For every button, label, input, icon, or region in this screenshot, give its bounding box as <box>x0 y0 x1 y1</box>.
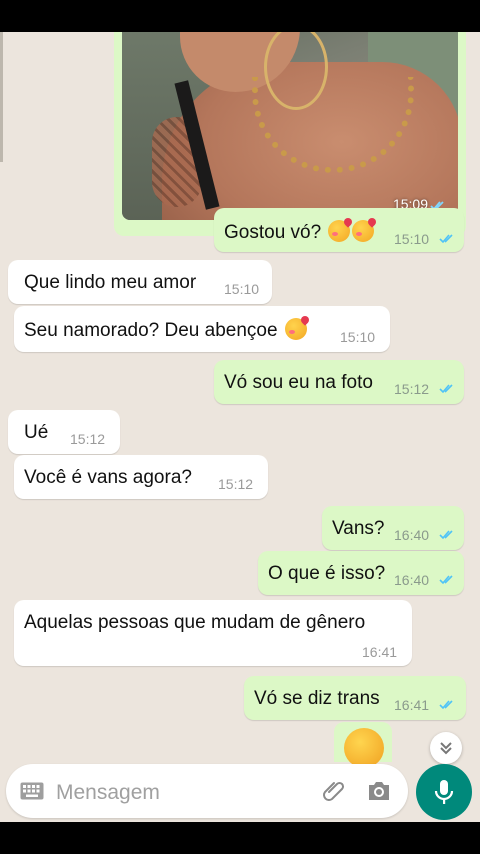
chevron-double-down-icon <box>440 742 452 755</box>
read-ticks-icon <box>439 700 453 710</box>
message-time: 16:41 <box>362 644 398 660</box>
message-bubble-outgoing[interactable] <box>334 722 392 768</box>
message-text: Gostou vó? <box>224 220 375 244</box>
chat-area[interactable]: 15:09 Gostou vó? 15:10 Que lindo meu amo… <box>0 32 480 822</box>
keyboard-icon[interactable] <box>20 782 44 800</box>
read-ticks-icon <box>439 234 453 244</box>
message-bubble-outgoing[interactable]: Vó se diz trans 16:41 <box>244 676 466 720</box>
message-time: 16:41 <box>394 697 430 713</box>
smiling-face-with-hearts-icon <box>328 220 351 242</box>
smiling-face-with-hearts-icon <box>284 318 307 340</box>
message-time: 16:40 <box>394 572 430 588</box>
message-bubble-incoming[interactable]: Seu namorado? Deu abençoe 15:10 <box>14 306 390 352</box>
message-text: Aquelas pessoas que mudam de gênero <box>24 612 366 633</box>
navigation-bar <box>0 822 480 854</box>
read-ticks-icon <box>439 384 453 394</box>
message-text: Vans? <box>332 518 385 539</box>
message-text: Você é vans agora? <box>24 467 192 488</box>
message-bubble-incoming[interactable]: Aquelas pessoas que mudam de gênero 16:4… <box>14 600 412 666</box>
message-bubble-incoming[interactable]: Você é vans agora? 15:12 <box>14 455 268 499</box>
scroll-indicator <box>0 32 3 162</box>
message-time: 16:40 <box>394 527 430 543</box>
message-bubble-incoming[interactable]: Ué 15:12 <box>8 410 120 454</box>
message-input[interactable]: Mensagem <box>56 781 160 805</box>
mic-icon <box>434 780 454 804</box>
message-text: Ué <box>24 422 49 443</box>
camera-icon[interactable] <box>366 779 392 803</box>
attach-icon[interactable] <box>322 779 346 803</box>
read-ticks-icon <box>439 530 453 540</box>
rolling-on-the-floor-laughing-icon <box>344 728 384 768</box>
message-time: 15:12 <box>70 431 106 447</box>
message-text: Vó se diz trans <box>254 688 380 709</box>
message-bubble-outgoing[interactable]: Vó sou eu na foto 15:12 <box>214 360 464 404</box>
message-bubble-incoming[interactable]: Que lindo meu amor 15:10 <box>8 260 272 304</box>
message-text: O que é isso? <box>268 563 386 584</box>
read-ticks-icon <box>439 575 453 585</box>
message-time: 15:10 <box>394 231 430 247</box>
status-bar <box>0 0 480 32</box>
message-bubble-outgoing[interactable]: Vans? 16:40 <box>322 506 464 550</box>
message-time: 15:10 <box>224 281 260 297</box>
scroll-to-bottom-button[interactable] <box>430 732 462 764</box>
mic-button[interactable] <box>416 764 472 820</box>
message-text: Que lindo meu amor <box>24 272 197 293</box>
photo-thumbnail[interactable]: 15:09 <box>122 32 458 220</box>
message-time: 15:12 <box>218 476 254 492</box>
message-text: Vó sou eu na foto <box>224 372 373 393</box>
message-time: 15:12 <box>394 381 430 397</box>
smiling-face-with-hearts-icon <box>352 220 375 242</box>
message-input-bar[interactable]: Mensagem <box>6 764 408 818</box>
message-bubble-outgoing[interactable]: Gostou vó? 15:10 <box>214 208 464 252</box>
message-text: Seu namorado? Deu abençoe <box>24 318 307 342</box>
image-message-bubble[interactable]: 15:09 <box>114 32 466 236</box>
message-bubble-outgoing[interactable]: O que é isso? 16:40 <box>258 551 464 595</box>
message-time: 15:10 <box>340 329 376 345</box>
